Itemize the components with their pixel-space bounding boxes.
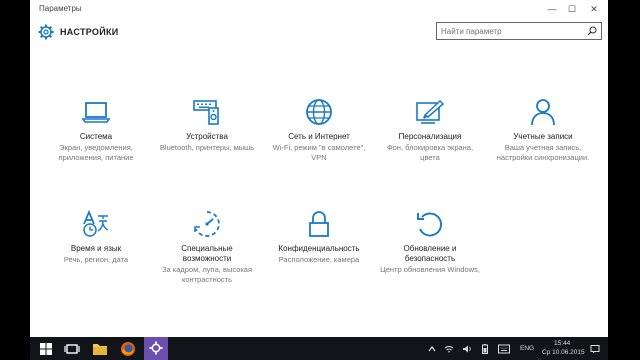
user-icon [531, 99, 555, 126]
clock-time[interactable]: 15:44 [554, 340, 570, 347]
search-input[interactable] [441, 24, 581, 38]
lock-icon [309, 211, 329, 237]
settings-app-icon [149, 341, 163, 355]
devices-icon [193, 100, 219, 125]
tile-ease-of-access[interactable]: Специальные возможности За кадром, лупа,… [157, 210, 257, 284]
tile-name: Персонализация [398, 132, 462, 141]
tile-description: За кадром, лупа, высокая контрастность [161, 265, 253, 284]
tile-name: Специальные возможности [181, 244, 233, 263]
tile-network[interactable]: Сеть и Интернет Wi-Fi, режим "в самолете… [269, 98, 369, 162]
volume-icon[interactable] [462, 344, 472, 354]
update-icon [417, 212, 442, 237]
wifi-icon[interactable] [444, 344, 454, 354]
tile-privacy[interactable]: Конфиденциальность Расположение, камера [269, 210, 369, 265]
taskbar: ENG 15:44 Ср 10.06.2015 [30, 337, 608, 360]
file-explorer-icon[interactable] [92, 341, 108, 357]
tile-system[interactable]: Система Экран, уведомления, приложения, … [46, 98, 146, 162]
tile-description: Расположение, камера [278, 255, 360, 264]
ease-of-access-icon [194, 211, 220, 237]
tile-description: Wi-Fi, режим "в самолете", VPN [272, 143, 366, 162]
system-tray: ENG 15:44 Ср 10.06.2015 [424, 337, 604, 360]
tile-name: Конфиденциальность [278, 244, 360, 253]
page-title: НАСТРОЙКИ [60, 27, 119, 37]
tile-name: Сеть и Интернет [288, 132, 350, 141]
task-view-icon[interactable] [64, 341, 80, 357]
tile-description: Речь, регион, дата [63, 255, 129, 264]
chevron-up-icon[interactable] [428, 345, 436, 353]
tile-update-security[interactable]: Обновление и безопасность Центр обновлен… [380, 210, 480, 275]
battery-icon[interactable] [480, 344, 490, 354]
tile-description: Центр обновления Windows, [380, 265, 480, 274]
search-icon[interactable] [587, 26, 597, 36]
tile-personalization[interactable]: Персонализация Фон, блокировка экрана, ц… [380, 98, 480, 162]
tile-name: Устройства [186, 132, 228, 141]
gear-icon [38, 24, 54, 40]
title-bar: Параметры — ☐ ✕ [30, 0, 608, 18]
tile-name: Система [79, 132, 113, 141]
tile-accounts[interactable]: Учетные записи Ваша учетная запись, наст… [493, 98, 593, 162]
tile-time-language[interactable]: Время и язык Речь, регион, дата [46, 210, 146, 265]
notifications-icon[interactable] [590, 344, 600, 354]
tile-name: Время и язык [70, 244, 122, 253]
maximize-button[interactable]: ☐ [564, 2, 580, 16]
time-language-icon [83, 210, 109, 237]
tile-description: Экран, уведомления, приложения, питание [58, 143, 134, 162]
tile-devices[interactable]: Устройства Bluetooth, принтеры, мышь [157, 98, 257, 153]
windows-start-icon[interactable] [38, 341, 54, 357]
keyboard-icon[interactable] [498, 344, 510, 354]
minimize-button[interactable]: — [544, 2, 560, 16]
language-indicator[interactable]: ENG [520, 345, 534, 352]
tile-name: Учетные записи [513, 132, 573, 141]
personalization-icon [416, 99, 445, 124]
tile-description: Bluetooth, принтеры, мышь [159, 143, 255, 152]
firefox-icon[interactable] [120, 341, 136, 357]
globe-icon [306, 99, 332, 125]
tile-description: Фон, блокировка экрана, цвета [386, 143, 474, 162]
settings-taskbar-button[interactable] [144, 337, 168, 360]
search-box[interactable] [436, 22, 602, 40]
tile-name: Обновление и безопасность [403, 244, 457, 263]
laptop-icon [81, 102, 111, 123]
tile-description: Ваша учетная запись, настройки синхрониз… [496, 143, 590, 162]
clock-date[interactable]: Ср 10.06.2015 [542, 349, 585, 356]
close-button[interactable]: ✕ [586, 2, 602, 16]
window-title: Параметры [39, 4, 82, 13]
header: НАСТРОЙКИ [30, 18, 608, 48]
settings-window: Параметры — ☐ ✕ НАСТРОЙКИ Найти параметр… [30, 0, 608, 337]
